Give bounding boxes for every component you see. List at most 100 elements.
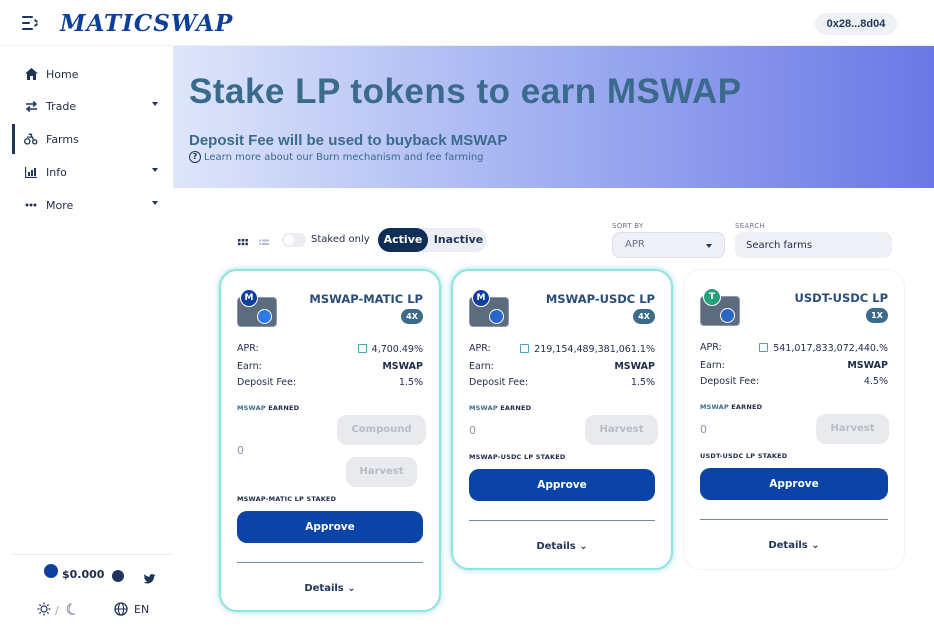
chevron-down-icon xyxy=(152,168,158,172)
page-title: Stake LP tokens to earn MSWAP xyxy=(189,72,742,111)
staked-only-label: Staked only xyxy=(311,234,370,245)
apr-label: APR: xyxy=(469,343,491,354)
sidebar: Home Trade Farms Info More $0.000 / EN xyxy=(0,46,172,628)
earn-label: Earn: xyxy=(700,360,725,371)
chevron-down-icon: ⌄ xyxy=(811,540,820,551)
fee-label: Deposit Fee: xyxy=(700,376,760,387)
sidebar-item-label: Home xyxy=(46,67,79,81)
apr-row: APR: 219,154,489,381,061.1% xyxy=(469,343,655,357)
search-label: SEARCH xyxy=(735,222,766,230)
multiplier-badge: 4X xyxy=(401,309,423,324)
card-divider xyxy=(700,519,888,520)
apr-value-wrap: 4,700.49% xyxy=(357,343,423,355)
chevron-down-icon: ⌄ xyxy=(579,541,588,552)
theme-toggle[interactable]: / xyxy=(37,602,76,619)
earn-value: MSWAP xyxy=(382,361,423,372)
sidebar-item-home[interactable]: Home xyxy=(12,59,172,89)
menu-toggle-icon[interactable] xyxy=(22,16,39,30)
fee-row: Deposit Fee: 4.5% xyxy=(700,376,888,390)
card-divider xyxy=(469,520,655,521)
language-selector[interactable]: EN xyxy=(114,602,149,616)
earned-heading: MSWAP EARNED xyxy=(237,404,300,412)
earn-label: Earn: xyxy=(469,361,494,372)
sun-icon xyxy=(37,602,51,619)
farm-icon xyxy=(24,132,38,146)
logo[interactable]: MATICSWAP xyxy=(60,10,233,37)
sidebar-item-farms[interactable]: Farms xyxy=(12,124,172,154)
approve-button[interactable]: Approve xyxy=(237,511,423,543)
earn-row: Earn: MSWAP xyxy=(700,360,888,374)
farm-name: MSWAP-USDC LP xyxy=(545,292,655,306)
sidebar-divider xyxy=(12,554,172,555)
chevron-down-icon xyxy=(152,102,158,106)
harvest-button[interactable]: Harvest xyxy=(346,457,417,487)
approve-button[interactable]: Approve xyxy=(469,469,655,501)
sort-by-label: SORT BY xyxy=(612,222,644,230)
app-root: MATICSWAP 0x28...8d04 Home Trade Farms I… xyxy=(0,0,934,628)
approve-button[interactable]: Approve xyxy=(700,468,888,500)
harvest-button[interactable]: Harvest xyxy=(585,415,658,445)
tab-active[interactable]: Active xyxy=(378,228,428,252)
top-bar: MATICSWAP 0x28...8d04 xyxy=(0,0,934,46)
apr-value: 541,017,833,072,440.% xyxy=(773,343,888,354)
details-toggle[interactable]: Details ⌄ xyxy=(453,541,671,552)
farm-card: M MSWAP-MATIC LP 4X APR: 4,700.49% Earn:… xyxy=(219,269,441,612)
details-toggle[interactable]: Details ⌄ xyxy=(221,583,439,594)
chevron-down-icon xyxy=(706,244,712,248)
earned-heading: MSWAP EARNED xyxy=(700,403,763,411)
theme-separator: / xyxy=(55,604,59,617)
farm-name: USDT-USDC LP xyxy=(794,291,888,305)
learn-more-text: Learn more about our Burn mechanism and … xyxy=(204,151,484,163)
apr-value: 4,700.49% xyxy=(371,344,423,355)
earn-row: Earn: MSWAP xyxy=(469,361,655,375)
calculator-icon[interactable] xyxy=(759,343,769,352)
fee-row: Deposit Fee: 1.5% xyxy=(237,377,423,391)
fee-value: 4.5% xyxy=(863,376,888,387)
learn-more-link[interactable]: ? Learn more about our Burn mechanism an… xyxy=(189,151,484,163)
apr-value: 219,154,489,381,061.1% xyxy=(534,344,655,355)
sidebar-item-more[interactable]: More xyxy=(12,190,172,220)
active-inactive-switch: Active Inactive xyxy=(378,228,487,252)
details-toggle[interactable]: Details ⌄ xyxy=(684,540,904,551)
list-view-icon[interactable] xyxy=(259,234,269,245)
usdt-usdc-token-icon: T xyxy=(700,288,740,326)
twitter-icon[interactable] xyxy=(143,570,156,584)
grid-view-icon[interactable] xyxy=(238,234,248,246)
telegram-icon[interactable] xyxy=(112,570,124,582)
fee-label: Deposit Fee: xyxy=(237,377,297,388)
fee-label: Deposit Fee: xyxy=(469,377,529,388)
swap-icon xyxy=(24,99,38,113)
fee-value: 1.5% xyxy=(398,377,423,388)
compound-button[interactable]: Compound xyxy=(337,415,426,445)
earn-row: Earn: MSWAP xyxy=(237,361,423,375)
apr-value-wrap: 541,017,833,072,440.% xyxy=(759,342,888,354)
earn-label: Earn: xyxy=(237,361,262,372)
harvest-button[interactable]: Harvest xyxy=(816,414,889,444)
sidebar-item-label: More xyxy=(46,198,74,212)
language-label: EN xyxy=(134,602,150,616)
search-input[interactable] xyxy=(735,232,892,258)
apr-row: APR: 4,700.49% xyxy=(237,343,423,357)
apr-row: APR: 541,017,833,072,440.% xyxy=(700,342,888,356)
earned-value: 0 xyxy=(700,423,707,436)
earned-value: 0 xyxy=(237,444,244,457)
mswap-usdc-token-icon: M xyxy=(469,289,509,327)
page-subtitle: Deposit Fee will be used to buyback MSWA… xyxy=(189,132,508,149)
earn-value: MSWAP xyxy=(614,361,655,372)
sort-select[interactable]: APR xyxy=(612,232,725,258)
card-divider xyxy=(237,562,423,563)
tab-inactive[interactable]: Inactive xyxy=(430,228,487,252)
sidebar-item-trade[interactable]: Trade xyxy=(12,91,172,121)
staked-heading: MSWAP-USDC LP STAKED xyxy=(469,453,566,461)
token-price[interactable]: $0.000 xyxy=(44,564,104,581)
staked-only-toggle[interactable] xyxy=(282,233,306,247)
calculator-icon[interactable] xyxy=(520,344,530,353)
help-icon: ? xyxy=(189,151,201,163)
globe-icon xyxy=(114,602,128,616)
sidebar-item-info[interactable]: Info xyxy=(12,157,172,187)
calculator-icon[interactable] xyxy=(357,344,367,353)
wallet-button[interactable]: 0x28...8d04 xyxy=(815,13,897,35)
mswap-matic-token-icon: M xyxy=(237,289,277,327)
sidebar-item-label: Farms xyxy=(46,132,79,146)
earned-value: 0 xyxy=(469,424,476,437)
